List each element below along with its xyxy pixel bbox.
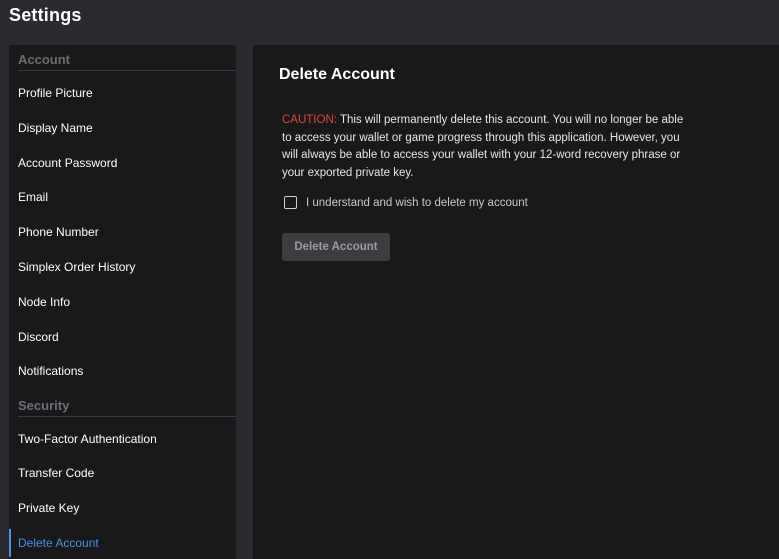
- section-header-account: Account: [18, 45, 236, 71]
- warning-body: This will permanently delete this accoun…: [282, 114, 684, 179]
- sidebar-item-notifications[interactable]: Notifications: [9, 355, 236, 387]
- window-title: Settings: [9, 5, 82, 25]
- sidebar-item-delete-account[interactable]: Delete Account: [9, 527, 236, 559]
- sidebar-item-two-factor-authentication[interactable]: Two-Factor Authentication: [9, 423, 236, 455]
- sidebar-item-email[interactable]: Email: [9, 181, 236, 213]
- sidebar-item-account-password[interactable]: Account Password: [9, 147, 236, 179]
- delete-account-button[interactable]: Delete Account: [282, 233, 390, 261]
- sidebar-item-private-key[interactable]: Private Key: [9, 492, 236, 524]
- sidebar-item-display-name[interactable]: Display Name: [9, 112, 236, 144]
- sidebar-item-phone-number[interactable]: Phone Number: [9, 216, 236, 248]
- confirm-delete-row[interactable]: I understand and wish to delete my accou…: [284, 196, 528, 209]
- caution-label: CAUTION:: [282, 114, 337, 126]
- settings-sidebar: Account Profile Picture Display Name Acc…: [9, 45, 236, 559]
- section-header-security: Security: [18, 391, 236, 417]
- warning-message: CAUTION: This will permanently delete th…: [282, 112, 692, 182]
- page-title: Delete Account: [279, 66, 395, 83]
- sidebar-item-profile-picture[interactable]: Profile Picture: [9, 77, 236, 109]
- sidebar-item-node-info[interactable]: Node Info: [9, 286, 236, 318]
- confirm-delete-label[interactable]: I understand and wish to delete my accou…: [306, 197, 528, 209]
- sidebar-item-transfer-code[interactable]: Transfer Code: [9, 457, 236, 489]
- sidebar-item-simplex-order-history[interactable]: Simplex Order History: [9, 251, 236, 283]
- confirm-delete-checkbox[interactable]: [284, 196, 297, 209]
- sidebar-item-discord[interactable]: Discord: [9, 321, 236, 353]
- delete-account-panel: Delete Account CAUTION: This will perman…: [253, 45, 779, 559]
